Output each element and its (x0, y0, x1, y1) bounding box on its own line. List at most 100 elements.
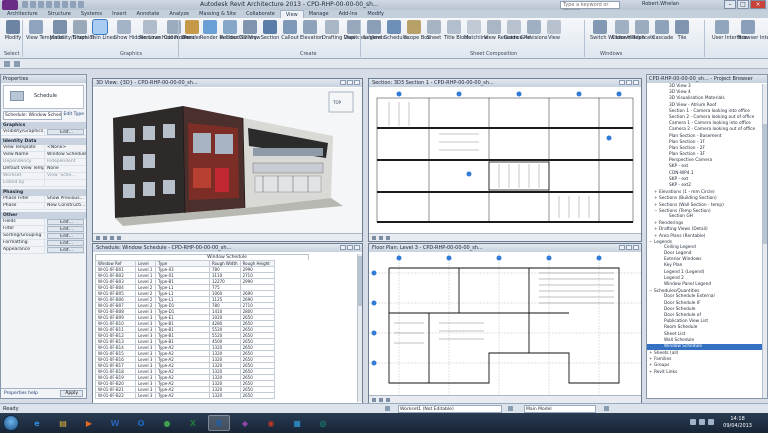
scope-box-button[interactable]: Scope Box (404, 20, 430, 41)
view-maximize-button[interactable] (626, 80, 632, 85)
project-browser-scrollbar[interactable] (762, 84, 767, 398)
view-reference-button[interactable]: View Reference (484, 20, 523, 41)
taskbar-app-11-icon[interactable]: ■ (286, 415, 308, 431)
filters-button[interactable]: Filters (70, 20, 90, 41)
quick-access-icon[interactable] (62, 1, 68, 8)
design-option-dropdown[interactable]: Main Model (524, 405, 596, 413)
flag-icon[interactable] (708, 419, 714, 425)
taskbar-media-player-icon[interactable]: ▶ (78, 415, 100, 431)
property-edit-button[interactable]: Edit... (47, 247, 84, 253)
property-edit-button[interactable]: Edit... (47, 233, 84, 239)
property-group-header[interactable]: Graphics (1, 122, 86, 129)
matchline-button[interactable]: Matchline (464, 20, 488, 41)
tab-modify[interactable]: Modify (362, 10, 389, 18)
view-floor-plan[interactable]: Floor Plan: Level 3 - CPD-RHP-00-00-00_s… (368, 243, 642, 404)
cascade-button[interactable]: Cascade (652, 20, 673, 41)
property-group-header[interactable]: Other (1, 212, 86, 219)
elevation-button[interactable]: Elevation (300, 20, 323, 41)
property-edit-button[interactable]: Edit... (47, 129, 84, 135)
quick-access-icon[interactable] (78, 1, 84, 8)
title-block-button[interactable]: Title Block (444, 20, 470, 41)
tab-view[interactable]: View (279, 10, 304, 18)
guide-grid-button[interactable]: Guide Grid (504, 20, 531, 41)
view-close-button[interactable] (354, 245, 360, 250)
start-button[interactable] (3, 415, 19, 431)
view-close-button[interactable] (633, 80, 639, 85)
type-selector[interactable]: Schedule (3, 85, 84, 109)
volume-icon[interactable] (699, 419, 705, 425)
taskbar-outlook-icon[interactable]: O (130, 415, 152, 431)
property-value[interactable]: None (45, 166, 86, 172)
filter-icon[interactable] (604, 406, 609, 411)
properties-help-link[interactable]: Properties help (4, 391, 38, 396)
revisions-button[interactable]: Revisions (524, 20, 548, 41)
view-schedule[interactable]: Schedule: Window Schedule - CPD-RHP-00-0… (92, 243, 363, 404)
property-edit-button[interactable]: Edit... (47, 226, 84, 232)
quick-access-icon[interactable] (46, 1, 52, 8)
options-icon[interactable] (4, 61, 10, 67)
minimize-button[interactable]: – (724, 0, 736, 9)
property-value[interactable]: Show Previous... (45, 196, 86, 202)
apply-button[interactable]: Apply (60, 390, 83, 397)
instance-dropdown[interactable]: Schedule: Window Schedule (3, 111, 62, 120)
visual-style-icon[interactable] (386, 398, 390, 402)
close-button[interactable]: × (750, 0, 766, 9)
maximize-button[interactable]: □ (737, 0, 749, 9)
tab-systems[interactable]: Systems (76, 10, 107, 18)
taskbar-app-10-icon[interactable]: ◉ (260, 415, 282, 431)
search-input[interactable]: Type a keyword or phrase (560, 1, 620, 14)
view-3d[interactable]: 3D View: {3D} - CPD-RHP-00-00-00_sh... T… (92, 78, 363, 242)
table-cell[interactable]: 2650 (239, 392, 275, 399)
render-button[interactable]: Render (182, 20, 202, 41)
section-button[interactable]: Section (260, 20, 280, 41)
view-maximize-button[interactable] (347, 80, 353, 85)
table-row[interactable]: W-01-0F-B22 Level 3 Type-A2 1320 2650 (95, 392, 275, 399)
tab-insert[interactable]: Insert (107, 10, 131, 18)
legends-button[interactable]: Legends (364, 20, 385, 41)
tab-add-ins[interactable]: Add-Ins (334, 10, 363, 18)
replicate-button[interactable]: Replicate (632, 20, 655, 41)
table-cell[interactable]: W-01-0F-B22 (95, 392, 136, 399)
user-name[interactable]: Robert.Whelan (642, 1, 679, 7)
tab-analyze[interactable]: Analyze (164, 10, 194, 18)
property-value[interactable]: <None> (45, 145, 86, 151)
property-value[interactable]: New Constructi... (45, 203, 86, 209)
view-minimize-button[interactable] (619, 80, 625, 85)
visual-style-icon[interactable] (110, 236, 114, 240)
options-icon[interactable] (14, 61, 20, 67)
quick-access-icon[interactable] (54, 1, 60, 8)
view-close-button[interactable] (633, 245, 639, 250)
scale-icon[interactable] (372, 236, 376, 240)
drafting-view-button[interactable]: Drafting View (322, 20, 356, 41)
property-edit-button[interactable]: Edit... (47, 240, 84, 246)
clock[interactable]: 14:18 09/04/2013 (723, 416, 752, 430)
view-button[interactable]: View (544, 20, 564, 41)
editable-only-icon[interactable] (508, 406, 513, 411)
view-section[interactable]: Section: 3D3 Section 1 - CPD-RHP-00-00-0… (368, 78, 642, 242)
detail-level-icon[interactable] (103, 236, 107, 240)
property-value[interactable]: Window Schedule (45, 152, 86, 158)
schedule-column-header[interactable]: Rough Height (239, 260, 275, 267)
scale-icon[interactable] (372, 398, 376, 402)
view-close-button[interactable] (354, 80, 360, 85)
thin-lines-button[interactable]: Thin Lines (90, 19, 115, 41)
user-interface-button[interactable]: User Interface (712, 20, 747, 41)
taskbar-app-9-icon[interactable]: ◆ (234, 415, 256, 431)
table-cell[interactable]: Level 3 (135, 392, 156, 399)
modify-button[interactable]: Modify (3, 20, 23, 41)
worksets-icon[interactable] (385, 406, 390, 411)
view-minimize-button[interactable] (340, 245, 346, 250)
tile-button[interactable]: Tile (672, 20, 692, 41)
view-maximize-button[interactable] (626, 245, 632, 250)
taskbar-app-12-icon[interactable]: ◎ (312, 415, 334, 431)
show-hidden-lines-button[interactable]: Show Hidden Lines (114, 20, 161, 41)
property-edit-button[interactable]: Edit... (47, 219, 84, 225)
network-icon[interactable] (690, 419, 696, 425)
view-templates-button[interactable]: View Templates (26, 20, 65, 41)
close-hidden-button[interactable]: Close Hidden (612, 20, 645, 41)
taskbar-excel-icon[interactable]: X (182, 415, 204, 431)
edit-type-button[interactable]: Edit Type (64, 111, 84, 120)
tab-massing-site[interactable]: Massing & Site (194, 10, 241, 18)
schedule-scrollbar[interactable] (357, 254, 362, 402)
quick-access-icon[interactable] (30, 1, 36, 8)
